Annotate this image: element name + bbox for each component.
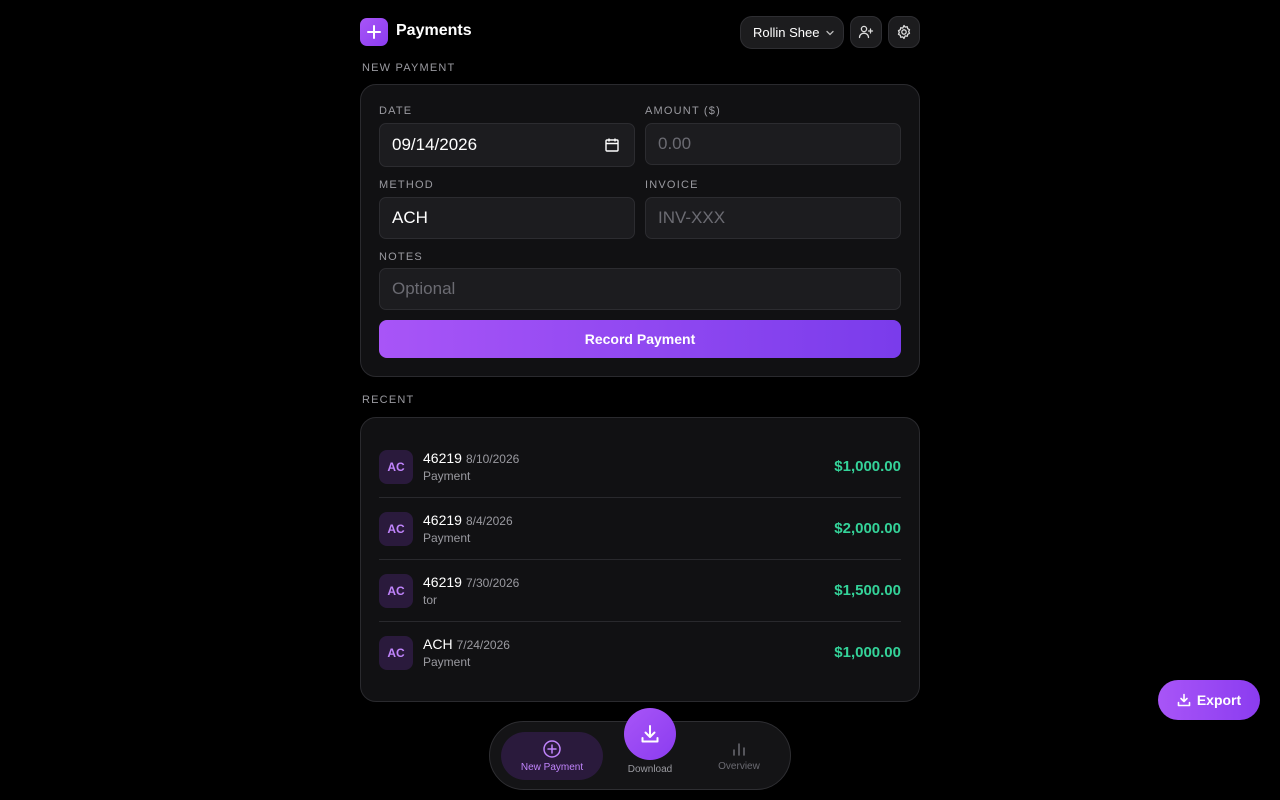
avatar: AC [379,450,413,484]
amount-placeholder: 0.00 [658,134,692,153]
invoice-label: INVOICE [645,179,699,191]
avatar: AC [379,512,413,546]
avatar: AC [379,636,413,670]
list-item[interactable]: AC 46219 8/4/2026 Payment $2,000.00 [379,498,901,560]
app-title: Payments [396,22,472,39]
download-icon [641,725,659,743]
invoice-field[interactable]: INV-XXX [645,197,901,239]
row-subtitle: Payment [423,531,471,545]
row-date: 8/10/2026 [465,452,520,466]
list-item[interactable]: AC ACH 7/24/2026 Payment $1,000.00 [379,622,901,684]
method-value: ACH [392,208,428,227]
calendar-icon[interactable] [604,137,620,153]
row-subtitle: tor [423,593,438,607]
add-user-icon [858,25,874,39]
recent-card: AC 46219 8/10/2026 Payment $1,000.00 AC 4… [360,417,920,702]
nav-new-payment[interactable]: New Payment [501,732,603,780]
row-title: 46219 8/4/2026 [423,512,513,528]
new-button[interactable] [360,18,388,46]
user-select[interactable]: Rollin Shee [740,16,844,49]
recent-section-label: RECENT [362,394,415,406]
export-label: Export [1196,692,1242,708]
download-icon [1177,693,1191,707]
row-title: 46219 7/30/2026 [423,574,520,590]
list-item[interactable]: AC 46219 7/30/2026 tor $1,500.00 [379,560,901,622]
row-amount: $2,000.00 [834,520,901,537]
row-amount: $1,000.00 [834,458,901,475]
nav-new-payment-label: New Payment [520,762,584,773]
row-date: 7/24/2026 [456,638,510,652]
plus-icon [367,25,381,39]
date-label: DATE [379,105,413,117]
nav-overview[interactable]: Overview [688,732,790,780]
new-payment-card: DATE 09/14/2026 AMOUNT ($) 0.00 METHOD A… [360,84,920,377]
method-label: METHOD [379,179,434,191]
row-amount: $1,500.00 [834,582,901,599]
row-date: 7/30/2026 [465,576,520,590]
amount-label: AMOUNT ($) [645,105,721,117]
row-subtitle: Payment [423,655,471,669]
list-item[interactable]: AC 46219 8/10/2026 Payment $1,000.00 [379,436,901,498]
avatar: AC [379,574,413,608]
amount-field[interactable]: 0.00 [645,123,901,165]
date-value: 09/14/2026 [392,135,478,154]
plus-circle-icon [543,740,561,758]
nav-download-button[interactable] [624,708,676,760]
settings-button[interactable] [888,16,920,48]
notes-label: NOTES [379,251,423,263]
date-field[interactable]: 09/14/2026 [379,123,635,167]
add-user-button[interactable] [850,16,882,48]
row-title: ACH 7/24/2026 [423,636,510,652]
invoice-placeholder: INV-XXX [658,208,726,227]
row-amount: $1,000.00 [834,644,901,661]
gear-icon [897,24,911,40]
method-field[interactable]: ACH [379,197,635,239]
new-payment-section-label: NEW PAYMENT [362,62,456,74]
row-date: 8/4/2026 [465,514,513,528]
user-name: Rollin Shee [753,25,820,40]
row-subtitle: Payment [423,469,471,483]
chevron-down-icon [825,30,834,35]
export-button[interactable]: Export [1158,680,1260,720]
notes-placeholder: Optional [392,279,456,298]
header: Payments Rollin Shee [360,16,920,49]
nav-overview-label: Overview [718,761,760,772]
nav-download-label: Download [627,764,673,775]
record-payment-button[interactable]: Record Payment [379,320,901,358]
bar-chart-icon [733,743,745,756]
row-title: 46219 8/10/2026 [423,450,520,466]
notes-field[interactable]: Optional [379,268,901,310]
